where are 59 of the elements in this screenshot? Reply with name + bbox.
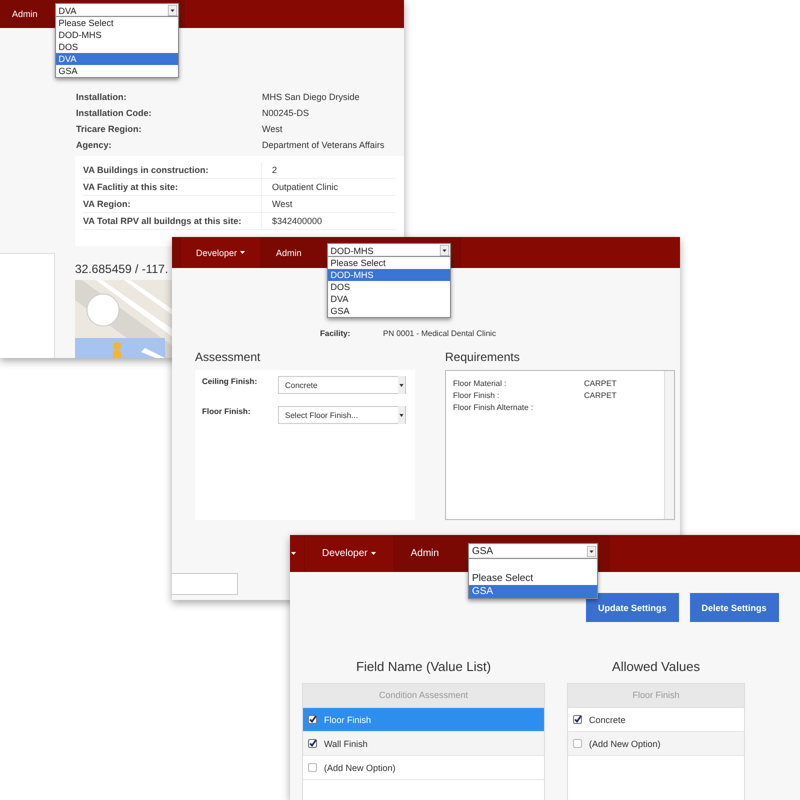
nav-menu-item[interactable]: Admin — [392, 535, 456, 572]
dropdown-option[interactable]: DOS — [56, 41, 178, 53]
dropdown-option[interactable]: DOS — [328, 281, 450, 293]
nav-menu-item[interactable]: Admin — [260, 237, 317, 268]
field-label: VA Region: — [83, 196, 262, 212]
dropdown-option[interactable]: Please Select — [56, 17, 178, 29]
field-value: West — [271, 198, 292, 211]
row-label: Wall Finish — [324, 738, 368, 748]
dropdown-option[interactable]: DOD-MHS — [328, 269, 450, 281]
field-label: VA Faclitiy at this site: — [83, 179, 262, 195]
section-heading: Requirements — [445, 350, 521, 364]
dropdown-option[interactable]: Please Select — [468, 572, 597, 585]
field-label: Floor Finish : — [453, 390, 500, 402]
field-value: $342400000 — [271, 215, 322, 228]
list-title: Field Name (Value List) — [356, 659, 491, 674]
field-label: Floor Material : — [453, 378, 508, 390]
field-value: West — [262, 123, 282, 136]
dropdown-option[interactable]: Please Select — [328, 257, 450, 269]
field-label: Floor Finish: — [202, 406, 252, 418]
field-label: Ceiling Finish: — [202, 376, 258, 388]
dropdown-option[interactable]: DVA — [56, 53, 178, 65]
dropdown-option[interactable]: DVA — [328, 293, 450, 305]
section-heading: Assessment — [195, 350, 262, 364]
field-label: VA Total RPV all buildngs at this site: — [83, 213, 262, 229]
field-value: Outpatient Clinic — [271, 181, 338, 194]
field-label: Facility: — [320, 329, 352, 338]
table-header: Condition Assessment — [303, 684, 544, 708]
dropdown-option[interactable]: GSA — [56, 65, 178, 77]
field-value: N00245-DS — [262, 107, 310, 120]
field-value: 2 — [271, 164, 278, 177]
row-label: Concrete — [589, 714, 626, 724]
nav-menu-item[interactable]: Admin — [0, 0, 49, 28]
field-value: CARPET — [584, 378, 616, 390]
list-title: Allowed Values — [612, 659, 700, 674]
field-value: Department of Veterans Affairs — [262, 139, 384, 152]
settings-button[interactable]: Delete Settings — [690, 593, 779, 622]
dropdown-option[interactable]: GSA — [328, 305, 450, 317]
select-field[interactable]: Select Floor Finish... — [278, 406, 406, 424]
field-label: Agency: — [76, 139, 113, 152]
field-value: PN 0001 - Medical Dental Clinic — [383, 329, 496, 338]
dropdown-option[interactable]: GSA — [468, 585, 597, 598]
field-label: Floor Finish Alternate : — [453, 402, 534, 414]
field-label: VA Buildings in construction: — [83, 162, 262, 178]
field-label: Installation Code: — [76, 107, 153, 120]
row-label: (Add New Option) — [324, 762, 396, 772]
field-label: Installation: — [76, 91, 128, 104]
settings-button[interactable]: Update Settings — [586, 593, 679, 622]
dropdown-option[interactable]: DOD-MHS — [56, 29, 178, 41]
list-row[interactable]: (Add New Option) — [568, 732, 744, 756]
table-header: Floor Finish — [568, 684, 744, 708]
list-row[interactable]: (Add New Option) — [303, 756, 544, 780]
select-field[interactable]: Concrete — [278, 376, 406, 394]
row-label: Floor Finish — [324, 714, 372, 724]
field-label: Tricare Region: — [76, 123, 143, 136]
list-row[interactable]: Wall Finish — [303, 732, 544, 756]
row-label: (Add New Option) — [589, 738, 661, 748]
field-value: MHS San Diego Dryside — [262, 91, 360, 104]
coordinates: 32.685459 / -117. — [75, 262, 170, 276]
field-value: CARPET — [584, 390, 616, 402]
